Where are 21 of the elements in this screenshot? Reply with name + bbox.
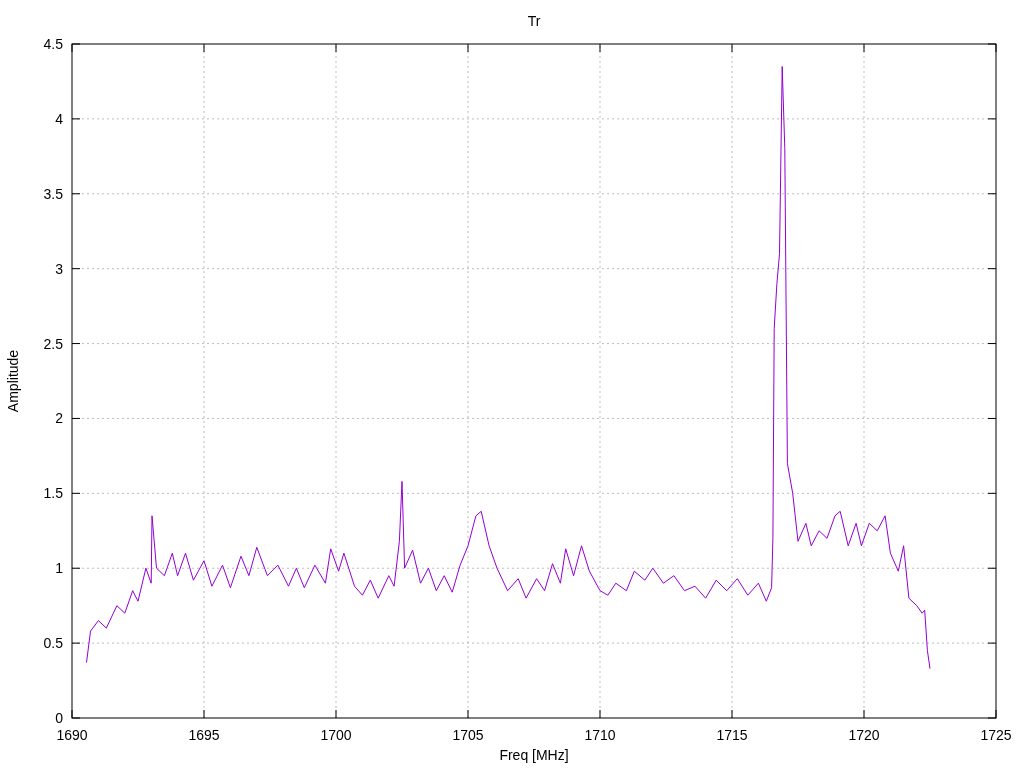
chart-title: Tr [527, 13, 541, 29]
y-tick-label: 2 [55, 410, 63, 427]
x-tick-label: 1705 [452, 727, 484, 743]
x-tick-label: 1710 [584, 727, 616, 743]
x-tick-label: 1720 [848, 727, 880, 743]
y-axis-label: Amplitude [5, 349, 21, 413]
y-tick-label: 4.5 [43, 36, 63, 52]
x-axis-label: Freq [MHz] [499, 747, 569, 763]
y-tick-label: 1 [55, 560, 63, 577]
x-tick-label: 1725 [980, 727, 1012, 743]
x-tick-label: 1695 [188, 727, 220, 743]
x-tick-label: 1715 [716, 727, 748, 743]
y-tick-label: 1.5 [43, 485, 63, 502]
y-tick-label: 3 [55, 260, 63, 277]
y-tick-label: 3.5 [43, 185, 63, 202]
x-tick-label: 1700 [320, 727, 352, 743]
x-tick-label: 1690 [56, 727, 88, 743]
y-tick-label: 0 [55, 710, 63, 726]
y-tick-label: 4 [55, 110, 63, 127]
y-tick-label: 0.5 [43, 635, 63, 652]
y-tick-label: 2.5 [43, 335, 63, 352]
